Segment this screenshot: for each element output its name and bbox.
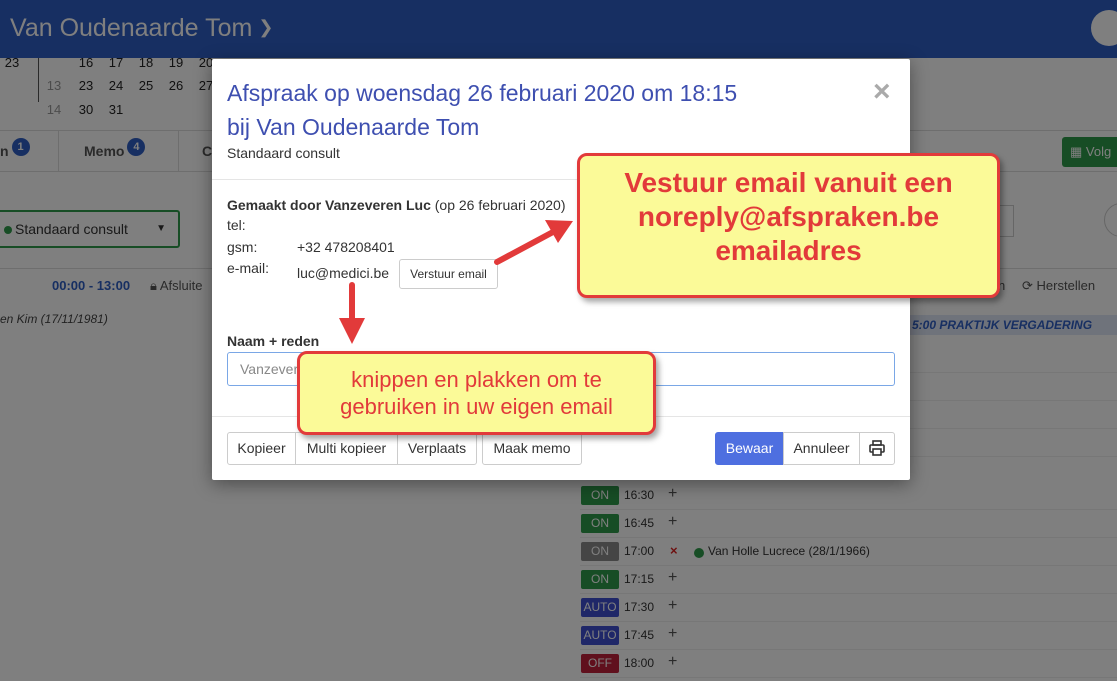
gsm-value: +32 478208401 (297, 239, 395, 255)
make-memo-button[interactable]: Maak memo (482, 432, 582, 465)
cancel-button[interactable]: Annuleer (783, 432, 860, 465)
print-icon (869, 440, 885, 456)
copy-button[interactable]: Kopieer (227, 432, 296, 465)
callout-line: Vestuur email vanuit een (624, 167, 953, 198)
send-email-button[interactable]: Verstuur email (399, 259, 498, 289)
modal-title-line: bij Van Oudenaarde Tom (227, 114, 480, 140)
tel-label: tel: (227, 217, 246, 233)
email-value: luc@medici.be (297, 265, 390, 281)
callout-line: gebruiken in uw eigen email (340, 394, 613, 419)
save-button[interactable]: Bewaar (715, 432, 784, 465)
created-date: (op 26 februari 2020) (434, 197, 566, 213)
modal-title-line: Afspraak op woensdag 26 februari 2020 om… (227, 80, 738, 106)
copy-callout: knippen en plakken om te gebruiken in uw… (297, 351, 656, 435)
move-button[interactable]: Verplaats (397, 432, 477, 465)
email-callout: Vestuur email vanuit een noreply@afsprak… (577, 153, 1000, 298)
created-by: Gemaakt door Vanzeveren Luc (op 26 febru… (227, 197, 566, 213)
close-icon[interactable]: × (873, 77, 891, 107)
name-reason-label: Naam + reden (227, 333, 320, 349)
modal-subtitle: Standaard consult (227, 145, 340, 161)
email-label: e-mail: (227, 260, 270, 276)
gsm-label: gsm: (227, 239, 258, 255)
callout-line: noreply@afspraken.be (637, 201, 940, 232)
multi-copy-button[interactable]: Multi kopieer (295, 432, 398, 465)
callout-line: emailadres (715, 235, 862, 266)
modal-title: Afspraak op woensdag 26 februari 2020 om… (227, 76, 827, 144)
created-by-name: Gemaakt door Vanzeveren Luc (227, 197, 431, 213)
callout-line: knippen en plakken om te (351, 367, 602, 392)
print-button[interactable] (859, 432, 895, 465)
